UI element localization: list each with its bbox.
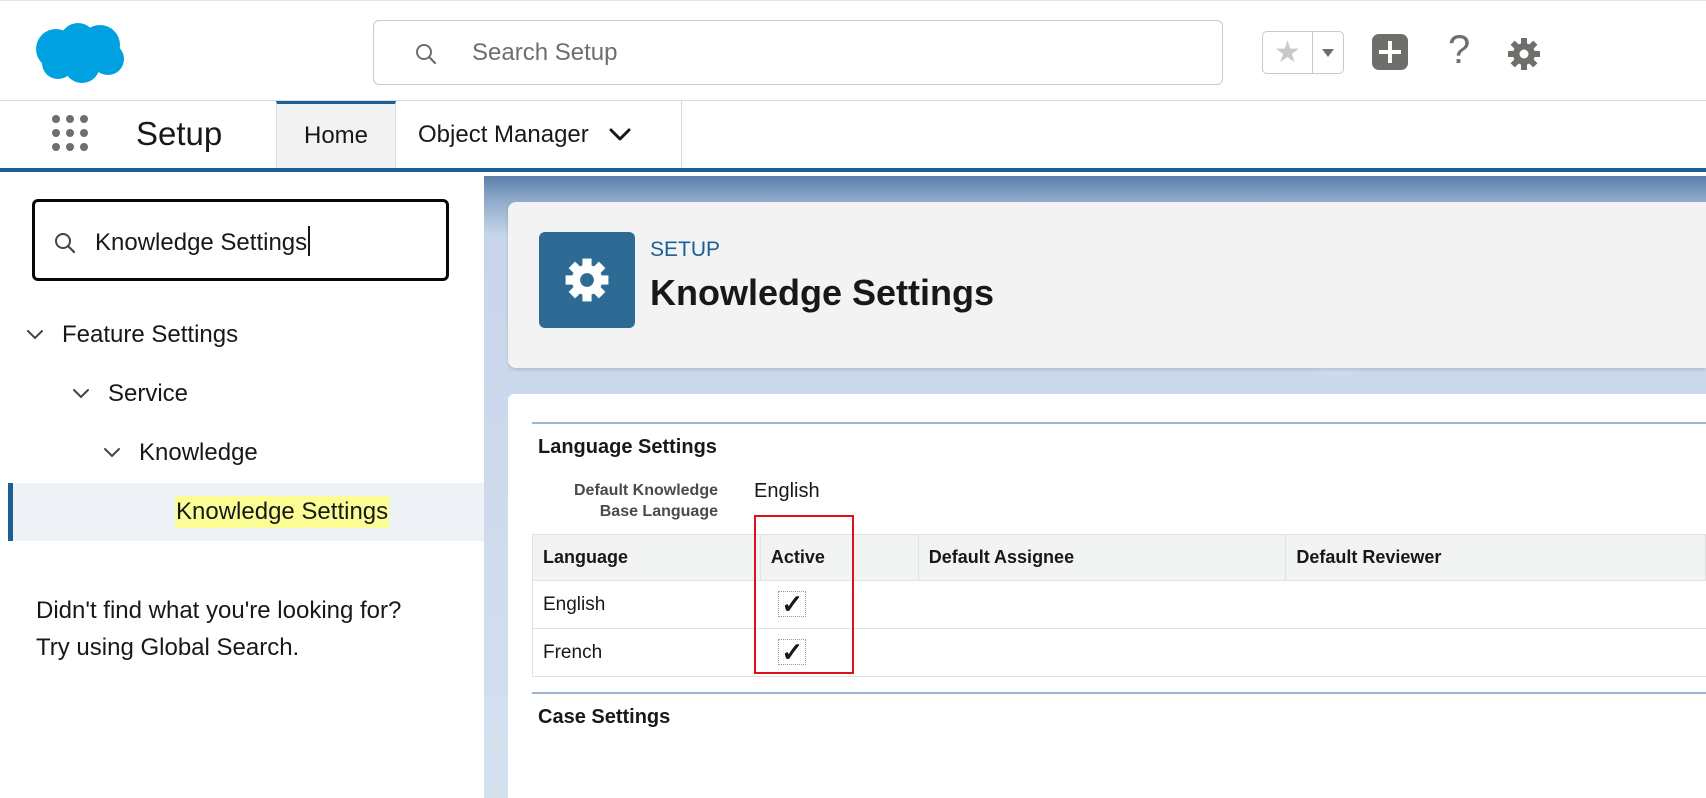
chevron-down-icon[interactable] [609,128,631,142]
tree-item-knowledge[interactable]: Knowledge [0,424,484,482]
language-cell: French [532,628,761,677]
tab-home[interactable]: Home [276,101,396,168]
page-title: Knowledge Settings [650,272,995,313]
tree-item-label: Feature Settings [62,321,239,348]
language-cell: English [532,580,761,629]
favorites-dropdown-button[interactable] [1313,32,1343,73]
setup-gear-icon [539,232,635,328]
tab-object-manager-label: Object Manager [418,120,589,148]
tree-item-service[interactable]: Service [0,365,484,423]
app-name: Setup [136,115,223,152]
star-icon[interactable]: ★ [1263,32,1313,73]
page-header: SETUP Knowledge Settings [508,202,1706,368]
default-language-label-line-2: Base Language [599,503,718,520]
not-found-message: Didn't find what you're looking for? Try… [36,592,401,666]
assignee-cell [918,580,1286,629]
column-header: Active [759,534,919,581]
search-icon [55,233,76,254]
quick-find-input[interactable]: Knowledge Settings [95,226,311,257]
tab-object-manager[interactable]: Object Manager [396,101,682,168]
language-table: Language Active Default Assignee Default… [532,534,1706,677]
favorites-group: ★ [1262,31,1344,74]
search-input[interactable] [472,33,1172,73]
section-divider [532,422,1706,424]
column-header: Default Assignee [917,534,1287,581]
page-kicker: SETUP [650,238,721,261]
quick-find-value: Knowledge Settings [95,229,308,256]
global-search-box[interactable] [373,20,1223,85]
default-language-value: English [754,480,820,502]
default-language-label-line-1: Default Knowledge [573,482,718,499]
settings-content: Language Settings Default Knowledge Base… [508,394,1706,798]
case-settings-title: Case Settings [538,706,671,728]
chevron-down-icon[interactable] [103,447,121,459]
main-content: SETUP Knowledge Settings Language Settin… [484,176,1706,798]
tree-item-label: Knowledge [139,439,258,466]
chevron-down-icon[interactable] [72,388,90,400]
chevron-down-icon[interactable] [26,329,44,341]
tree-item-knowledge-settings[interactable]: Knowledge Settings [8,483,484,541]
app-launcher-icon[interactable] [50,111,94,155]
section-divider [532,692,1706,694]
default-language-label: Default Knowledge Base Language [538,480,718,522]
reviewer-cell [1285,580,1706,629]
dropdown-icon [1322,48,1334,57]
tree-item-label: Knowledge Settings [175,496,390,528]
checkmark-icon: ✓ [778,638,807,665]
global-actions-button[interactable] [1372,34,1408,70]
active-cell: ✓ [760,580,919,629]
quick-find-box[interactable]: Knowledge Settings [32,199,449,281]
salesforce-cloud-logo[interactable] [34,23,126,85]
table-row: French ✓ [532,628,1706,677]
tree-item-feature-settings[interactable]: Feature Settings [0,306,484,364]
column-header: Default Reviewer [1285,534,1706,581]
setup-sidebar: Knowledge Settings Feature Settings Serv… [0,176,484,798]
assignee-cell [918,628,1286,677]
active-cell: ✓ [760,628,919,677]
gear-icon[interactable] [1507,37,1541,71]
table-row: English ✓ [532,580,1706,629]
language-settings-title: Language Settings [538,436,717,458]
table-header-row: Language Active Default Assignee Default… [532,534,1706,581]
text-caret [308,226,311,256]
gear-icon [565,258,609,302]
checkmark-icon: ✓ [778,590,807,617]
not-found-line-2: Try using Global Search. [36,634,300,661]
column-header: Language [532,534,761,581]
global-header: ★ ? [0,0,1706,101]
search-icon [416,44,437,65]
tree-item-label: Service [108,380,189,407]
app-nav-bar: Setup Home Object Manager [0,101,1706,172]
reviewer-cell [1285,628,1706,677]
plus-icon [1379,41,1401,63]
help-icon[interactable]: ? [1448,28,1470,72]
not-found-line-1: Didn't find what you're looking for? [36,597,402,624]
